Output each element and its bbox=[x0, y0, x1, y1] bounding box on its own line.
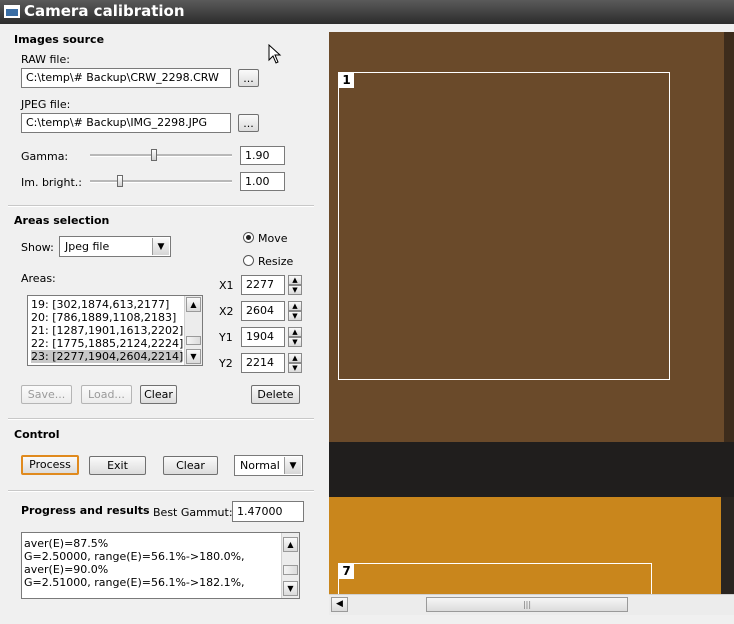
raw-file-label: RAW file: bbox=[21, 53, 70, 66]
x1-input[interactable]: 2277 bbox=[241, 275, 285, 295]
scroll-up-icon[interactable]: ▲ bbox=[283, 537, 298, 552]
scroll-thumb[interactable] bbox=[186, 336, 201, 345]
images-source-title: Images source bbox=[14, 33, 105, 46]
y1-spin-down-icon[interactable]: ▼ bbox=[288, 337, 302, 347]
image-brown-edge bbox=[724, 32, 734, 442]
y1-label: Y1 bbox=[219, 331, 233, 344]
window-icon bbox=[4, 5, 20, 18]
list-item[interactable]: 22: [1775,1885,2124,2224] bbox=[31, 337, 183, 350]
resize-radio[interactable] bbox=[243, 255, 254, 266]
y2-spin-up-icon[interactable]: ▲ bbox=[288, 353, 302, 363]
clear-areas-button[interactable]: Clear bbox=[140, 385, 177, 404]
areas-label: Areas: bbox=[21, 272, 56, 285]
image-orange-edge bbox=[721, 497, 734, 594]
areas-selection-title: Areas selection bbox=[14, 214, 110, 227]
areas-list[interactable]: 19: [302,1874,613,2177] 20: [786,1889,11… bbox=[27, 295, 203, 366]
brightness-input[interactable]: 1.00 bbox=[240, 172, 285, 191]
brightness-slider-track[interactable] bbox=[90, 180, 232, 183]
area-label-1: 1 bbox=[339, 73, 354, 88]
x2-label: X2 bbox=[219, 305, 234, 318]
clear-control-button[interactable]: Clear bbox=[163, 456, 218, 475]
result-line: aver(E)=87.5% bbox=[24, 537, 109, 550]
raw-file-input[interactable]: C:\temp\# Backup\CRW_2298.CRW bbox=[21, 68, 231, 88]
raw-browse-button[interactable]: ... bbox=[238, 69, 259, 87]
viewer-horizontal-scrollbar[interactable]: ◀ ||| bbox=[329, 594, 734, 615]
jpeg-browse-button[interactable]: ... bbox=[238, 114, 259, 132]
save-areas-button[interactable]: Save... bbox=[21, 385, 72, 404]
separator bbox=[8, 418, 314, 420]
show-select[interactable]: Jpeg file ▼ bbox=[59, 236, 171, 257]
image-dark-band bbox=[329, 442, 734, 497]
mode-select[interactable]: Normal ▼ bbox=[234, 455, 303, 476]
brightness-label: Im. bright.: bbox=[21, 176, 82, 189]
x2-spin-up-icon[interactable]: ▲ bbox=[288, 301, 302, 311]
scroll-down-icon[interactable]: ▼ bbox=[283, 581, 298, 596]
y2-label: Y2 bbox=[219, 357, 233, 370]
mouse-pointer-icon bbox=[268, 43, 282, 67]
list-item[interactable]: 21: [1287,1901,1613,2202] bbox=[31, 324, 183, 337]
scroll-thumb[interactable] bbox=[283, 565, 298, 575]
resize-label[interactable]: Resize bbox=[258, 255, 293, 268]
result-line: aver(E)=90.0% bbox=[24, 563, 109, 576]
result-line: G=2.51000, range(E)=56.1%->182.1%, bbox=[24, 576, 245, 589]
best-gammut-value[interactable]: 1.47000 bbox=[232, 501, 304, 522]
list-item[interactable]: 19: [302,1874,613,2177] bbox=[31, 298, 169, 311]
show-select-value: Jpeg file bbox=[65, 240, 110, 253]
y1-spin-up-icon[interactable]: ▲ bbox=[288, 327, 302, 337]
window-title: Camera calibration bbox=[24, 2, 185, 20]
separator bbox=[8, 490, 314, 492]
chevron-down-icon[interactable]: ▼ bbox=[284, 457, 301, 474]
area-rectangle-1[interactable]: 1 bbox=[338, 72, 670, 380]
area-rectangle-7[interactable]: 7 bbox=[338, 563, 652, 594]
show-label: Show: bbox=[21, 241, 54, 254]
x1-spin-up-icon[interactable]: ▲ bbox=[288, 275, 302, 285]
areas-list-scrollbar[interactable]: ▲ ▼ bbox=[184, 296, 202, 365]
progress-title: Progress and results bbox=[21, 504, 150, 517]
area-label-7: 7 bbox=[339, 564, 354, 579]
move-label[interactable]: Move bbox=[258, 232, 288, 245]
image-viewer[interactable]: 1 7 bbox=[329, 32, 734, 594]
scroll-thumb[interactable]: ||| bbox=[426, 597, 628, 612]
jpeg-file-label: JPEG file: bbox=[21, 98, 71, 111]
scroll-left-icon[interactable]: ◀ bbox=[331, 597, 348, 612]
separator bbox=[8, 205, 314, 207]
jpeg-file-input[interactable]: C:\temp\# Backup\IMG_2298.JPG bbox=[21, 113, 231, 133]
y2-input[interactable]: 2214 bbox=[241, 353, 285, 373]
mode-select-value: Normal bbox=[240, 459, 280, 472]
results-log[interactable]: aver(E)=87.5% G=2.50000, range(E)=56.1%-… bbox=[21, 532, 300, 599]
gamma-slider-track[interactable] bbox=[90, 154, 232, 157]
gamma-label: Gamma: bbox=[21, 150, 69, 163]
result-line: G=2.50000, range(E)=56.1%->180.0%, bbox=[24, 550, 245, 563]
load-areas-button[interactable]: Load... bbox=[81, 385, 132, 404]
results-scrollbar[interactable]: ▲ ▼ bbox=[281, 533, 299, 598]
gamma-slider-thumb[interactable] bbox=[151, 149, 157, 161]
exit-button[interactable]: Exit bbox=[89, 456, 146, 475]
scroll-down-icon[interactable]: ▼ bbox=[186, 349, 201, 364]
process-button[interactable]: Process bbox=[21, 455, 79, 475]
x2-input[interactable]: 2604 bbox=[241, 301, 285, 321]
move-radio[interactable] bbox=[243, 232, 254, 243]
x1-spin-down-icon[interactable]: ▼ bbox=[288, 285, 302, 295]
y2-spin-down-icon[interactable]: ▼ bbox=[288, 363, 302, 373]
y1-input[interactable]: 1904 bbox=[241, 327, 285, 347]
title-bar[interactable]: Camera calibration bbox=[0, 0, 734, 24]
list-item[interactable]: 20: [786,1889,1108,2183] bbox=[31, 311, 176, 324]
best-gammut-label: Best Gammut: bbox=[153, 506, 233, 519]
scroll-up-icon[interactable]: ▲ bbox=[186, 297, 201, 312]
control-title: Control bbox=[14, 428, 60, 441]
chevron-down-icon[interactable]: ▼ bbox=[152, 238, 169, 255]
list-item-selected[interactable]: 23: [2277,1904,2604,2214] bbox=[31, 350, 183, 363]
x1-label: X1 bbox=[219, 279, 234, 292]
gamma-input[interactable]: 1.90 bbox=[240, 146, 285, 165]
brightness-slider-thumb[interactable] bbox=[117, 175, 123, 187]
x2-spin-down-icon[interactable]: ▼ bbox=[288, 311, 302, 321]
delete-area-button[interactable]: Delete bbox=[251, 385, 300, 404]
